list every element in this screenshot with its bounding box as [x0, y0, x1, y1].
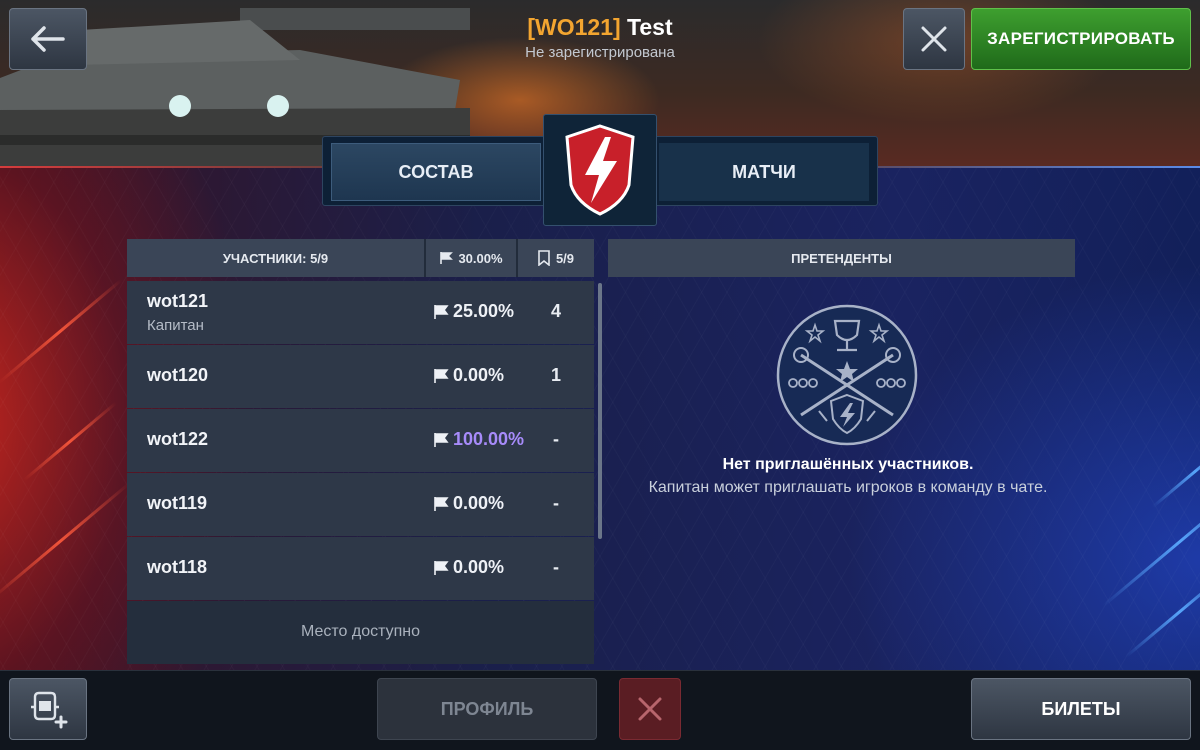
trophy-crossed-guns-badge-icon: [776, 304, 918, 446]
add-player-icon: [31, 691, 68, 729]
tickets-button[interactable]: БИЛЕТЫ: [971, 678, 1191, 740]
no-invites-hint: Капитан может приглашать игроков в коман…: [648, 479, 1048, 496]
bookmark-icon: [538, 250, 550, 266]
roster-table: УЧАСТНИКИ: 5/9 30.00% 5/9 wot121 Капитан…: [127, 239, 594, 669]
player-name: wot118: [147, 557, 208, 577]
roster-header: УЧАСТНИКИ: 5/9 30.00% 5/9: [127, 239, 594, 277]
team-battles: 5/9: [518, 239, 594, 277]
flag-icon: [434, 560, 449, 575]
table-row[interactable]: wot122 100.00% -: [127, 409, 594, 472]
player-winrate: 0.00%: [433, 557, 504, 578]
player-name: wot119: [147, 493, 208, 513]
roster-scrollbar[interactable]: [598, 283, 602, 539]
player-battles: -: [553, 557, 559, 577]
table-row[interactable]: wot120 0.00% 1: [127, 345, 594, 408]
tab-composition[interactable]: СОСТАВ: [331, 143, 541, 201]
flag-icon: [440, 252, 454, 264]
remove-button[interactable]: [619, 678, 681, 740]
roster-rows: wot121 Капитан 25.00% 4 wot120 0.00% 1 w…: [127, 281, 594, 665]
player-winrate: 25.00%: [433, 301, 514, 322]
free-slot[interactable]: Место доступно: [127, 601, 594, 664]
no-invites-title: Нет приглашённых участников.: [722, 456, 974, 473]
player-battles: -: [553, 493, 559, 513]
clan-tag: [WO121]: [527, 14, 621, 40]
free-slot-label: Место доступно: [300, 623, 421, 640]
add-player-button[interactable]: [9, 678, 87, 740]
members-count: УЧАСТНИКИ: 5/9: [127, 239, 426, 277]
tournament-emblem: [543, 114, 657, 226]
player-name: wot122: [147, 429, 209, 449]
player-name: wot121: [147, 291, 209, 311]
table-row[interactable]: wot119 0.00% -: [127, 473, 594, 536]
header-divider-red: [0, 166, 330, 168]
tournament-lightning-shield-icon: [565, 124, 635, 216]
close-icon: [921, 26, 947, 52]
player-role: Капитан: [147, 317, 204, 334]
tab-matches[interactable]: МАТЧИ: [659, 143, 869, 201]
team-winrate-value: 30.00%: [458, 250, 503, 266]
candidates-header: ПРЕТЕНДЕНТЫ: [608, 239, 1075, 277]
close-button[interactable]: [903, 8, 965, 70]
close-icon: [638, 697, 662, 721]
player-winrate: 0.00%: [433, 493, 504, 514]
flag-icon: [434, 496, 449, 511]
profile-button[interactable]: ПРОФИЛЬ: [377, 678, 597, 740]
table-row[interactable]: wot121 Капитан 25.00% 4: [127, 281, 594, 344]
register-button[interactable]: ЗАРЕГИСТРИРОВАТЬ: [971, 8, 1191, 70]
player-battles: 4: [550, 301, 561, 321]
team-battles-value: 5/9: [555, 250, 575, 266]
player-name: wot120: [147, 365, 209, 385]
player-winrate: 100.00%: [433, 429, 524, 450]
player-battles: 1: [550, 365, 561, 385]
flag-icon: [434, 368, 449, 383]
player-winrate: 0.00%: [433, 365, 504, 386]
team-winrate: 30.00%: [426, 239, 518, 277]
flag-icon: [434, 304, 449, 319]
team-name: Test: [627, 14, 673, 40]
table-row[interactable]: wot118 0.00% -: [127, 537, 594, 600]
player-battles: -: [553, 429, 559, 449]
header-divider-blue: [870, 166, 1200, 168]
flag-icon: [434, 432, 449, 447]
